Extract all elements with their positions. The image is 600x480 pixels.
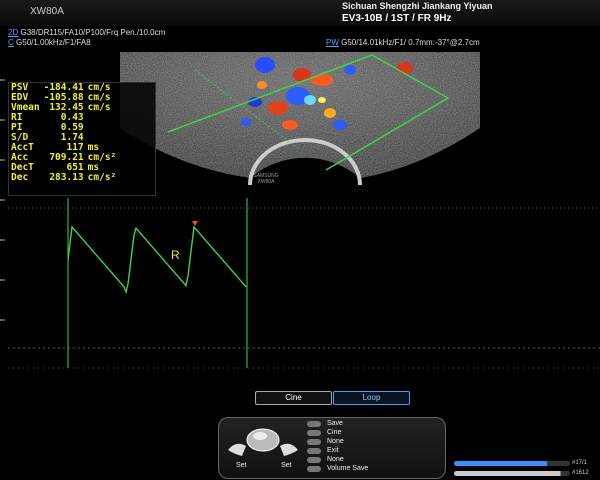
menu-key-icon <box>307 465 321 472</box>
bmode-sector <box>120 52 480 178</box>
softkey-menu: Save Cine None Exit None Volume Save <box>307 419 368 473</box>
menu-item-label: Volume Save <box>327 465 369 472</box>
marker-r-label: R <box>171 248 180 262</box>
menu-item[interactable]: None <box>307 437 368 446</box>
menu-item[interactable]: None <box>307 455 368 464</box>
cine-slider-top[interactable] <box>454 461 570 466</box>
menu-item[interactable]: Cine <box>307 428 368 437</box>
menu-item-label: None <box>327 438 344 445</box>
measurement-unit: cm/s² <box>87 172 117 183</box>
menu-item[interactable]: Volume Save <box>307 464 368 473</box>
menu-key-icon <box>307 456 321 463</box>
measurement-name: Dec <box>11 172 29 183</box>
cine-slider-bottom[interactable] <box>454 471 570 476</box>
measurement-panel: PSV -184.41 cm/s EDV -105.88 cm/s Vmean 132.45 c… <box>8 82 156 196</box>
measurement-unit: cm/s <box>87 102 111 113</box>
depth-scale <box>0 79 5 321</box>
watermark-logo: SAMSUNG XW80A <box>253 173 279 185</box>
menu-key-icon <box>307 438 321 445</box>
cine-frame-top: #17/1 <box>572 460 588 466</box>
menu-item-label: None <box>327 456 344 463</box>
menu-item[interactable]: Exit <box>307 446 368 455</box>
set-right-key[interactable] <box>280 443 298 456</box>
menu-key-icon <box>307 429 321 436</box>
measurement-value: 283.13 <box>49 172 84 183</box>
loop-button[interactable]: Loop <box>333 391 410 405</box>
measurement-unit <box>86 123 119 133</box>
menu-item[interactable]: Save <box>307 419 368 428</box>
measurement-table: PSV -184.41 cm/s EDV -105.88 cm/s Vmean 132.45 c… <box>9 83 118 183</box>
cine-button[interactable]: Cine <box>255 391 332 405</box>
cine-frame-bottom: #1612 <box>572 470 589 476</box>
menu-item-label: Exit <box>327 447 339 454</box>
measurement-row: Dec 283.13 cm/s² <box>9 173 118 183</box>
menu-item-label: Save <box>327 420 343 427</box>
menu-item-label: Cine <box>327 429 342 436</box>
ultrasound-image <box>8 52 600 369</box>
menu-key-icon <box>307 447 321 454</box>
set-right-label: Set <box>281 462 292 469</box>
set-left-label: Set <box>236 462 247 469</box>
set-left-key[interactable] <box>228 443 246 456</box>
measurement-unit <box>86 113 119 123</box>
menu-key-icon <box>307 420 321 427</box>
